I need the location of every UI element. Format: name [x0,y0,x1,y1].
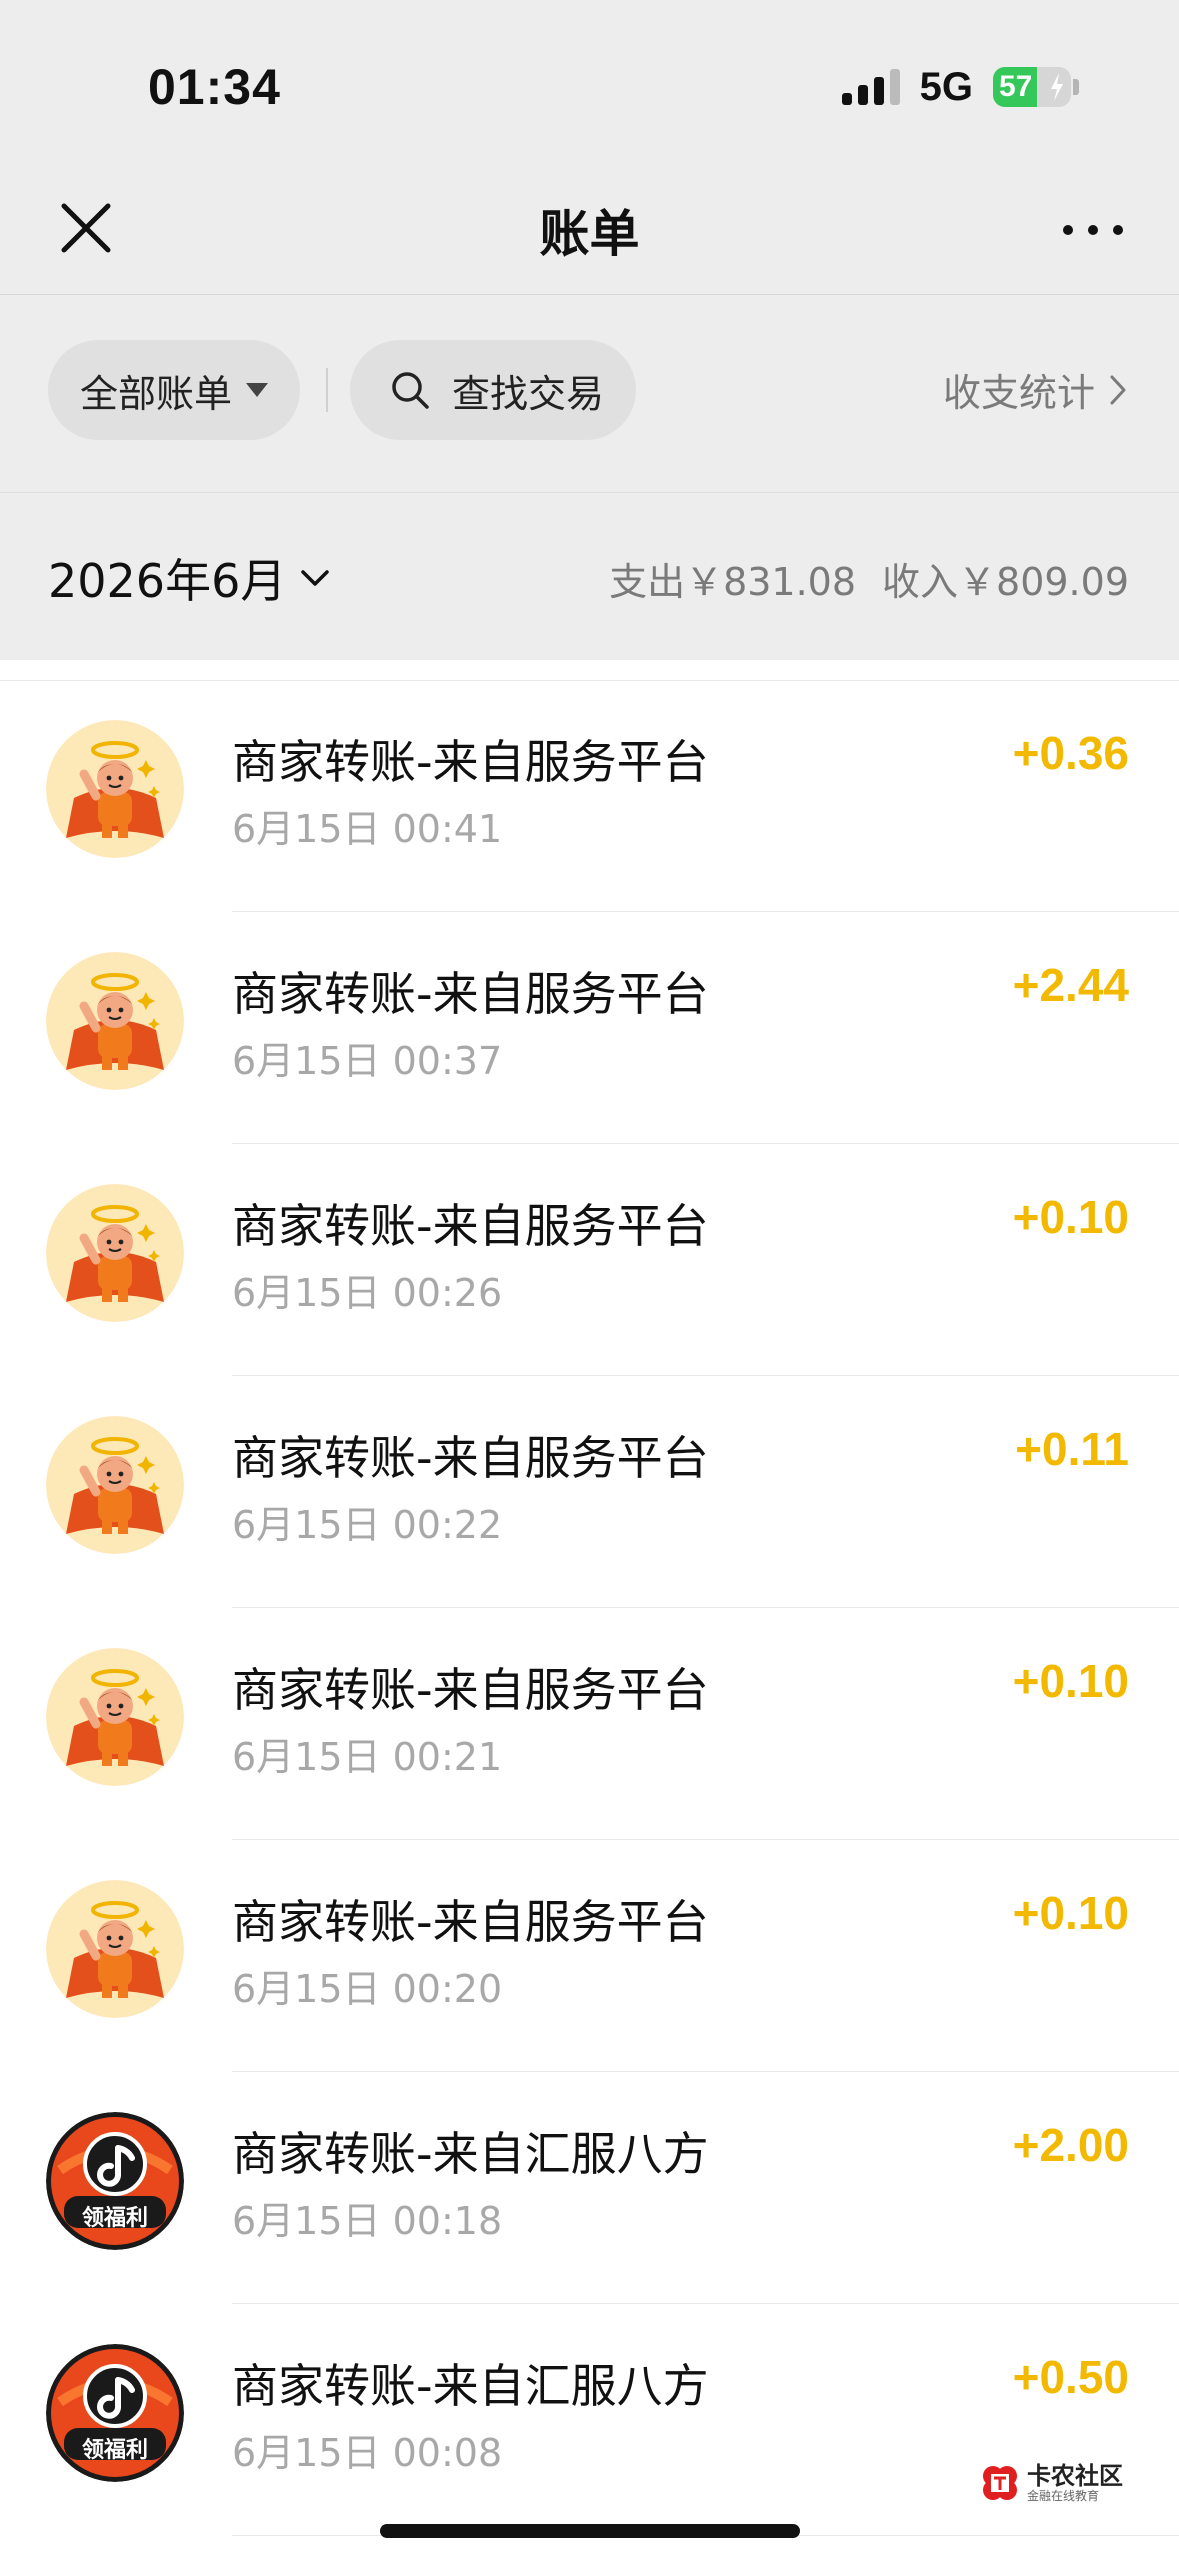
watermark: 卡农社区 金融在线教育 [979,2462,1123,2504]
transaction-amount: +2.00 [1012,2119,1129,2171]
hero-mascot-icon [46,1648,184,1786]
transaction-amount: +0.10 [1012,1191,1129,1243]
fuli-badge-text: 领福利 [81,2206,148,2231]
expense-total: 支出￥831.08 [609,560,857,604]
chevron-down-icon [301,570,330,586]
search-label: 查找交易 [452,371,605,416]
hero-mascot-icon [46,720,184,858]
transaction-row[interactable]: 商家转账-来自服务平台 6月15日 00:26 +0.10 [0,1144,1179,1376]
network-label: 5G [919,64,973,109]
transaction-title: 商家转账-来自服务平台 [232,1663,709,1717]
transaction-title: 商家转账-来自汇服八方 [232,2359,709,2413]
music-note-badge-icon: 领福利 [46,2344,184,2482]
transaction-time: 6月15日 00:18 [232,2199,503,2243]
fuli-badge-text: 领福利 [81,2438,148,2463]
signal-icon [841,69,900,105]
search-transactions-button[interactable]: 查找交易 [350,340,636,440]
transaction-amount: +0.36 [1012,727,1129,779]
transaction-time: 6月15日 00:08 [232,2431,503,2475]
all-bills-filter[interactable]: 全部账单 [48,340,300,440]
home-indicator [380,2524,800,2538]
transaction-row[interactable]: 商家转账-来自服务平台 6月15日 00:41 +0.36 [0,680,1179,912]
nav-bar: 账单 [0,170,1179,295]
status-indicators: 5G 57 [841,62,1079,112]
transaction-time: 6月15日 00:20 [232,1967,503,2011]
transaction-row[interactable]: 商家转账-来自服务平台 6月15日 00:20 +0.10 [0,1840,1179,2072]
stats-label: 收支统计 [942,371,1095,415]
transaction-row[interactable]: 商家转账-来自服务平台 6月15日 00:21 +0.10 [0,1608,1179,1840]
transaction-title: 商家转账-来自服务平台 [232,735,709,789]
hero-mascot-icon [46,1184,184,1322]
transaction-row[interactable]: 商家转账-来自服务平台 6月15日 00:37 +2.44 [0,912,1179,1144]
transaction-time: 6月15日 00:41 [232,807,503,851]
stats-link[interactable]: 收支统计 [943,362,1127,417]
all-bills-label: 全部账单 [80,371,233,416]
status-bar: 01:34 5G 57 [0,0,1179,170]
transaction-list: 商家转账-来自服务平台 6月15日 00:41 +0.36 商家转账-来自服务平… [0,660,1179,2556]
transaction-time: 6月15日 00:37 [232,1039,503,1083]
more-icon[interactable] [1063,210,1123,250]
transaction-title: 商家转账-来自服务平台 [232,1895,709,1949]
watermark-title: 卡农社区 [1027,2462,1123,2490]
transaction-time: 6月15日 00:22 [232,1503,503,1547]
transaction-amount: +0.10 [1012,1655,1129,1707]
month-totals: 支出￥831.08 收入￥809.09 [609,551,1129,606]
battery-level: 57 [999,70,1033,103]
transaction-title: 商家转账-来自服务平台 [232,1199,709,1253]
hero-mascot-icon [46,952,184,1090]
hero-mascot-icon [46,1880,184,2018]
transaction-time: 6月15日 00:26 [232,1271,503,1315]
status-time: 01:34 [148,59,281,115]
transaction-amount: +0.11 [1015,1423,1129,1475]
chevron-right-icon [1110,375,1126,404]
transaction-row[interactable]: 领福利 商家转账-来自汇服八方 6月15日 00:18 +2.00 [0,2072,1179,2304]
divider [326,368,328,412]
search-icon [392,372,429,409]
kanong-logo-icon [983,2466,1017,2500]
month-selector[interactable]: 2026年6月 [48,545,330,611]
month-summary-bar: 2026年6月 支出￥831.08 收入￥809.09 [0,492,1179,660]
transaction-time: 6月15日 00:21 [232,1735,503,1779]
caret-down-icon [246,383,269,397]
filter-bar: 全部账单 查找交易 收支统计 [0,296,1179,491]
transaction-row[interactable]: 商家转账-来自服务平台 6月15日 00:22 +0.11 [0,1376,1179,1608]
watermark-subtitle: 金融在线教育 [1027,2489,1100,2503]
income-total: 收入￥809.09 [882,560,1129,604]
month-label: 2026年6月 [48,554,287,608]
transaction-amount: +2.44 [1012,959,1129,1011]
transaction-title: 商家转账-来自服务平台 [232,1431,709,1485]
transaction-title: 商家转账-来自服务平台 [232,967,709,1021]
hero-mascot-icon [46,1416,184,1554]
music-note-badge-icon: 领福利 [46,2112,184,2250]
transaction-amount: +0.10 [1012,1887,1129,1939]
transaction-title: 商家转账-来自汇服八方 [232,2127,709,2181]
battery-icon: 57 [993,67,1071,107]
transaction-amount: +0.50 [1012,2351,1129,2403]
page-title: 账单 [539,205,640,263]
